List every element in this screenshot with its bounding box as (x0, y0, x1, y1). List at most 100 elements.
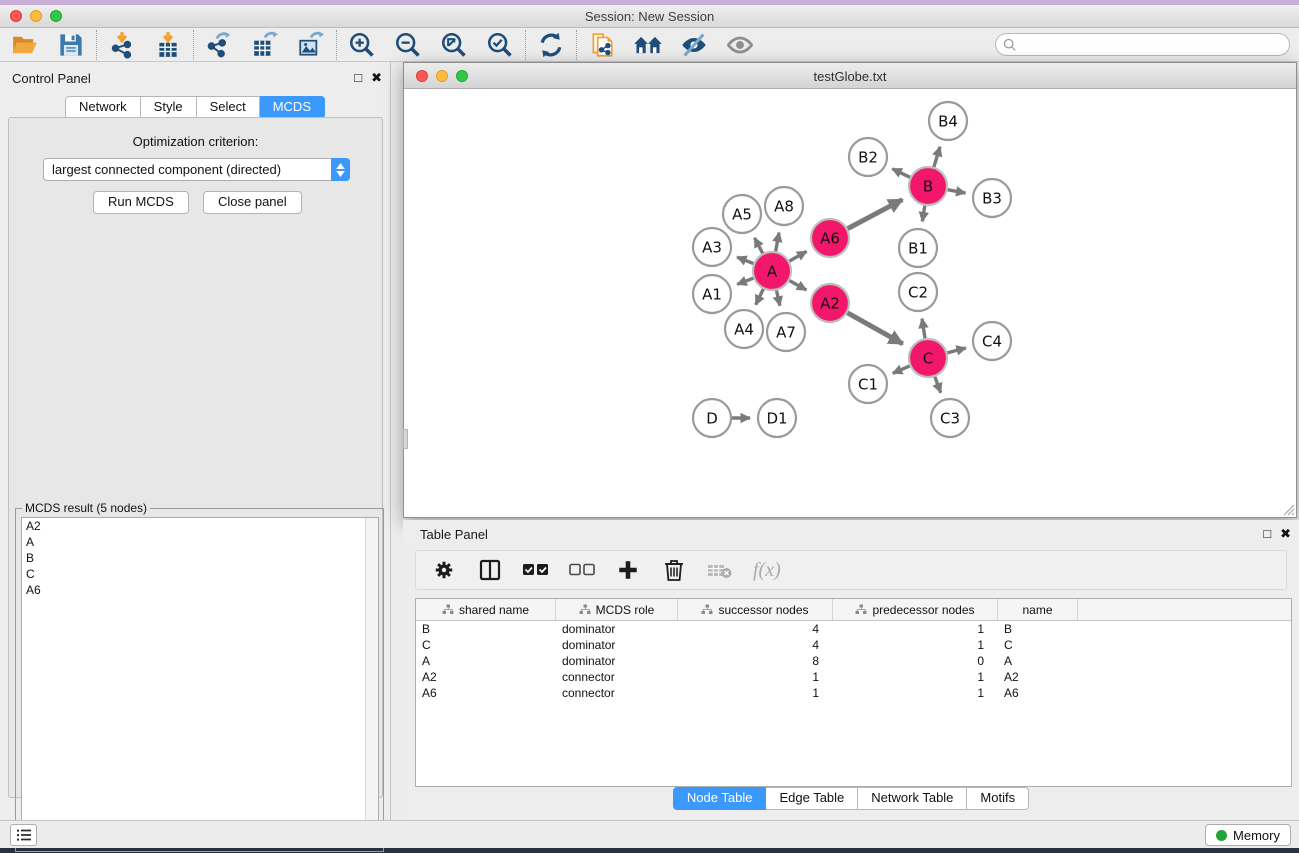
show-all-button[interactable] (723, 30, 757, 60)
resize-grip-icon[interactable] (1281, 502, 1295, 516)
graph-edge-A-A3[interactable] (737, 257, 753, 264)
save-session-button[interactable] (54, 30, 88, 60)
graph-edge-A-A1[interactable] (737, 278, 753, 284)
status-bar: Memory (0, 820, 1299, 848)
mcds-result-item[interactable]: A6 (22, 582, 378, 598)
graph-edge-C-C4[interactable] (947, 348, 966, 353)
zoom-selected-button[interactable] (483, 30, 517, 60)
graph-node-label: A8 (774, 198, 794, 216)
table-row[interactable]: Cdominator41C (416, 637, 1291, 653)
tab-edge-table[interactable]: Edge Table (766, 787, 858, 810)
mcds-result-list[interactable]: A2ABCA6 (21, 517, 379, 846)
float-panel-icon[interactable]: □ (354, 70, 362, 86)
table-row[interactable]: Bdominator41B (416, 621, 1291, 637)
cell-predecessor-nodes: 1 (833, 637, 998, 653)
tab-motifs[interactable]: Motifs (967, 787, 1029, 810)
export-image-button[interactable] (294, 30, 328, 60)
graph-edge-A-A8[interactable] (776, 233, 779, 252)
main-toolbar (0, 28, 1299, 62)
task-history-button[interactable] (10, 824, 37, 846)
zoom-fit-button[interactable] (437, 30, 471, 60)
cell-MCDS-role: connector (556, 669, 678, 685)
graph-edge-B-B4[interactable] (934, 147, 940, 167)
import-network-button[interactable] (105, 30, 139, 60)
zoom-in-button[interactable] (345, 30, 379, 60)
mcds-result-item[interactable]: B (22, 550, 378, 566)
graph-node-label: A4 (734, 321, 754, 339)
column-header-name[interactable]: name (998, 599, 1078, 620)
cell-shared-name: C (416, 637, 556, 653)
cell-predecessor-nodes: 0 (833, 653, 998, 669)
open-session-button[interactable] (8, 30, 42, 60)
home-first-neighbors-button[interactable] (631, 30, 665, 60)
graph-edge-C-C2[interactable] (922, 319, 925, 339)
column-type-icon (442, 604, 454, 615)
close-panel-icon[interactable]: ✖ (371, 70, 382, 86)
graph-node-label: B4 (938, 113, 958, 131)
graph-node-label: C2 (908, 284, 928, 302)
splitter-handle[interactable] (403, 429, 408, 449)
new-network-from-selection-button[interactable] (585, 30, 619, 60)
mcds-result-item[interactable]: A (22, 534, 378, 550)
graph-edge-A-A6[interactable] (789, 251, 806, 261)
refresh-layout-button[interactable] (534, 30, 568, 60)
graph-edge-C-C1[interactable] (893, 366, 910, 373)
graph-edge-A2-C[interactable] (847, 313, 902, 344)
graph-edge-A-A7[interactable] (776, 290, 779, 305)
tab-network[interactable]: Network (65, 96, 141, 119)
network-window-titlebar[interactable]: testGlobe.txt (404, 63, 1296, 89)
graph-edge-A6-B[interactable] (848, 200, 903, 229)
table-row[interactable]: A2connector11A2 (416, 669, 1291, 685)
select-all-button[interactable] (523, 557, 549, 583)
table-row[interactable]: Adominator80A (416, 653, 1291, 669)
scrollbar-track[interactable] (365, 518, 378, 845)
hide-selected-button[interactable] (677, 30, 711, 60)
run-mcds-button[interactable]: Run MCDS (93, 191, 189, 214)
close-panel-icon[interactable]: ✖ (1280, 526, 1291, 542)
column-header-shared-name[interactable]: shared name (416, 599, 556, 620)
column-header-MCDS-role[interactable]: MCDS role (556, 599, 678, 620)
cell-successor-nodes: 8 (678, 653, 833, 669)
tab-mcds[interactable]: MCDS (260, 96, 325, 119)
tab-style[interactable]: Style (141, 96, 197, 119)
session-title: Session: New Session (0, 9, 1299, 24)
create-column-button[interactable] (615, 557, 641, 583)
tab-network-table[interactable]: Network Table (858, 787, 967, 810)
search-input[interactable] (1022, 35, 1289, 54)
graph-edge-B-B2[interactable] (892, 169, 910, 178)
zoom-out-button[interactable] (391, 30, 425, 60)
search-field[interactable] (995, 33, 1290, 56)
memory-button[interactable]: Memory (1205, 824, 1291, 846)
mcds-result-item[interactable]: C (22, 566, 378, 582)
function-builder-button[interactable]: f(x) (753, 559, 781, 582)
delete-table-button[interactable] (707, 557, 733, 583)
column-type-icon (579, 604, 591, 615)
column-header-predecessor-nodes[interactable]: predecessor nodes (833, 599, 998, 620)
column-header-successor-nodes[interactable]: successor nodes (678, 599, 833, 620)
export-network-button[interactable] (202, 30, 236, 60)
tab-node-table[interactable]: Node Table (673, 787, 767, 810)
cell-shared-name: A6 (416, 685, 556, 701)
deselect-all-button[interactable] (569, 557, 595, 583)
show-columns-button[interactable] (477, 557, 503, 583)
graph-edge-B-B3[interactable] (948, 190, 966, 193)
graph-node-label: D1 (766, 410, 787, 428)
table-settings-button[interactable] (431, 557, 457, 583)
network-canvas[interactable]: AA1A2A3A4A5A6A7A8BB1B2B3B4CC1C2C3C4DD1 (404, 89, 1296, 517)
delete-column-button[interactable] (661, 557, 687, 583)
table-panel-title: Table Panel (420, 527, 488, 542)
tab-select[interactable]: Select (197, 96, 260, 119)
import-table-button[interactable] (151, 30, 185, 60)
criterion-select[interactable]: largest connected component (directed) (43, 158, 350, 181)
mcds-result-item[interactable]: A2 (22, 518, 378, 534)
float-panel-icon[interactable]: □ (1263, 526, 1271, 542)
graph-edge-A-A4[interactable] (756, 289, 764, 305)
close-panel-button[interactable]: Close panel (203, 191, 302, 214)
graph-edge-A-A2[interactable] (790, 281, 807, 290)
table-toolbar: f(x) (415, 550, 1287, 590)
graph-edge-C-C3[interactable] (935, 377, 941, 393)
graph-edge-B-B1[interactable] (922, 206, 925, 222)
export-table-button[interactable] (248, 30, 282, 60)
graph-edge-A-A5[interactable] (755, 238, 763, 253)
table-row[interactable]: A6connector11A6 (416, 685, 1291, 701)
